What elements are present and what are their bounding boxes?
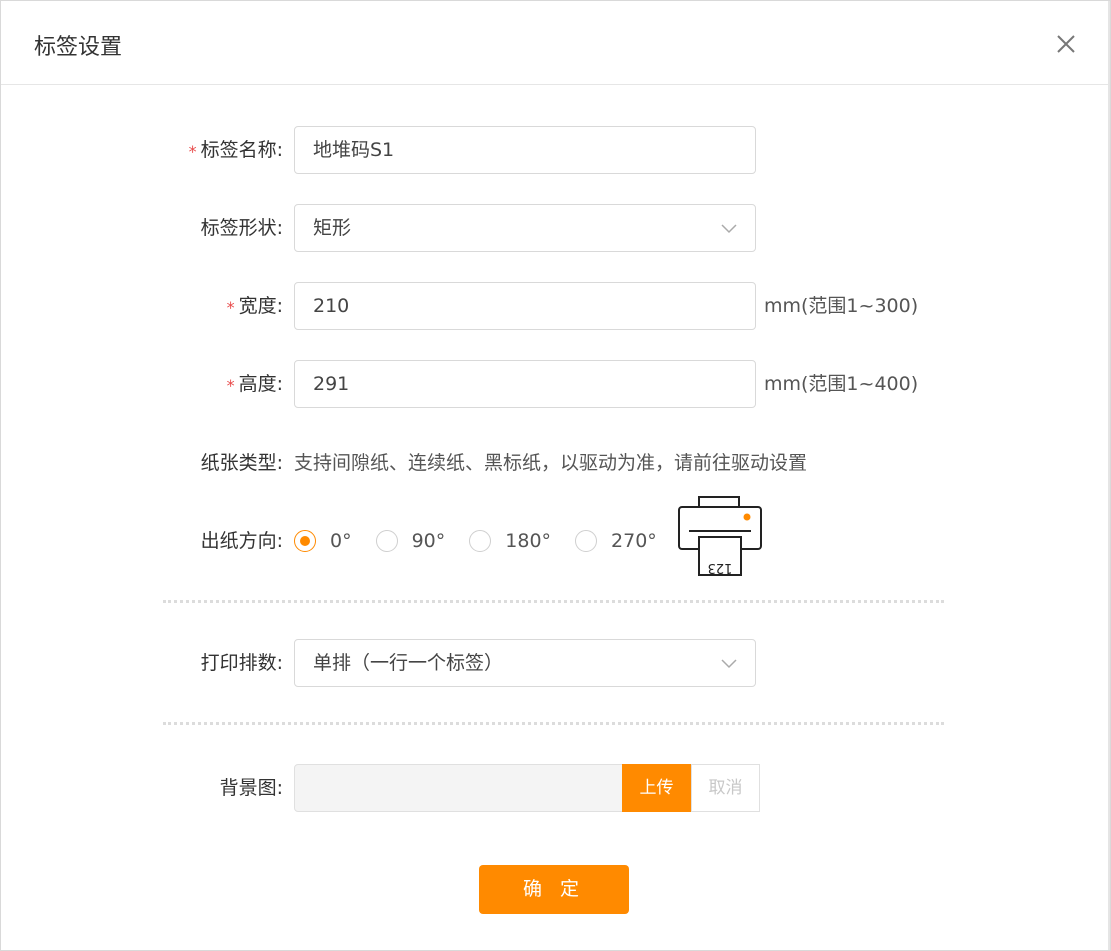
width-input[interactable]: 210: [294, 282, 756, 330]
background-label: 背景图:: [219, 777, 283, 799]
direction-option-label: 180°: [505, 530, 552, 552]
direction-row: 出纸方向: 0° 90° 180° 270°: [1, 517, 1110, 565]
height-row: * 高度: 291 mm(范围1~400): [1, 360, 1110, 408]
direction-radio-180[interactable]: 180°: [469, 530, 551, 552]
width-range-hint: mm(范围1~300): [764, 295, 919, 317]
layout-row: 打印排数: 单排（一行一个标签）: [1, 639, 1110, 687]
radio-circle: [294, 530, 316, 552]
paper-type-text: 支持间隙纸、连续纸、黑标纸，以驱动为准，请前往驱动设置: [294, 452, 808, 474]
background-row: 背景图: 上传 取消: [1, 764, 1110, 812]
width-input-value: 210: [313, 295, 350, 317]
direction-radio-0[interactable]: 0°: [294, 530, 352, 552]
cancel-upload-button[interactable]: 取消: [691, 764, 760, 812]
shape-row: 标签形状: 矩形: [1, 204, 1110, 252]
shape-label: 标签形状:: [200, 217, 283, 239]
paper-type-label: 纸张类型:: [200, 452, 283, 474]
confirm-button[interactable]: 确 定: [479, 865, 629, 914]
close-icon[interactable]: [1053, 31, 1079, 57]
chevron-down-icon: [721, 224, 737, 234]
name-label: * 标签名称:: [189, 126, 283, 174]
radio-circle: [375, 530, 398, 552]
height-input[interactable]: 291: [294, 360, 756, 408]
width-row: * 宽度: 210 mm(范围1~300): [1, 282, 1110, 330]
shape-select-value: 矩形: [313, 217, 352, 239]
name-input-value: 地堆码S1: [313, 139, 395, 161]
name-input[interactable]: 地堆码S1: [294, 126, 756, 174]
name-row: * 标签名称: 地堆码S1: [1, 126, 1110, 174]
required-mark: *: [226, 298, 235, 317]
paper-type-row: 纸张类型: 支持间隙纸、连续纸、黑标纸，以驱动为准，请前往驱动设置: [1, 439, 1110, 487]
direction-option-label: 90°: [411, 530, 446, 552]
background-file-field[interactable]: [294, 764, 623, 812]
radio-circle: [469, 530, 492, 552]
direction-option-label: 270°: [611, 530, 657, 552]
height-label-text: 高度:: [238, 373, 283, 395]
section-divider: [163, 722, 944, 725]
width-label-text: 宽度:: [238, 295, 283, 317]
section-divider: [163, 600, 944, 603]
required-mark: *: [226, 376, 235, 395]
direction-option-label: 0°: [330, 530, 352, 552]
required-mark: *: [188, 142, 197, 161]
layout-label: 打印排数:: [200, 652, 283, 674]
direction-radio-90[interactable]: 90°: [375, 530, 446, 552]
dialog-header: 标签设置: [1, 1, 1110, 85]
direction-label: 出纸方向:: [200, 530, 283, 552]
width-label: * 宽度:: [227, 282, 283, 330]
radio-circle: [575, 530, 598, 552]
dialog-title: 标签设置: [34, 35, 123, 60]
chevron-down-icon: [721, 659, 737, 669]
direction-radio-group: 0° 90° 180° 270°: [294, 517, 657, 565]
layout-select-value: 单排（一行一个标签）: [313, 652, 504, 674]
layout-select[interactable]: 单排（一行一个标签）: [294, 639, 756, 687]
name-label-text: 标签名称:: [200, 139, 283, 161]
height-input-value: 291: [313, 373, 350, 395]
label-settings-dialog: 标签设置 * 标签名称: 地堆码S1 标签形状: 矩形 * 宽度: 210 mm…: [0, 0, 1111, 951]
printer-icon: 123: [678, 496, 762, 576]
direction-radio-270[interactable]: 270°: [575, 530, 657, 552]
shape-select[interactable]: 矩形: [294, 204, 756, 252]
upload-button[interactable]: 上传: [622, 764, 691, 812]
height-label: * 高度:: [227, 360, 283, 408]
printer-output-text: 123: [708, 560, 733, 575]
height-range-hint: mm(范围1~400): [764, 373, 919, 395]
